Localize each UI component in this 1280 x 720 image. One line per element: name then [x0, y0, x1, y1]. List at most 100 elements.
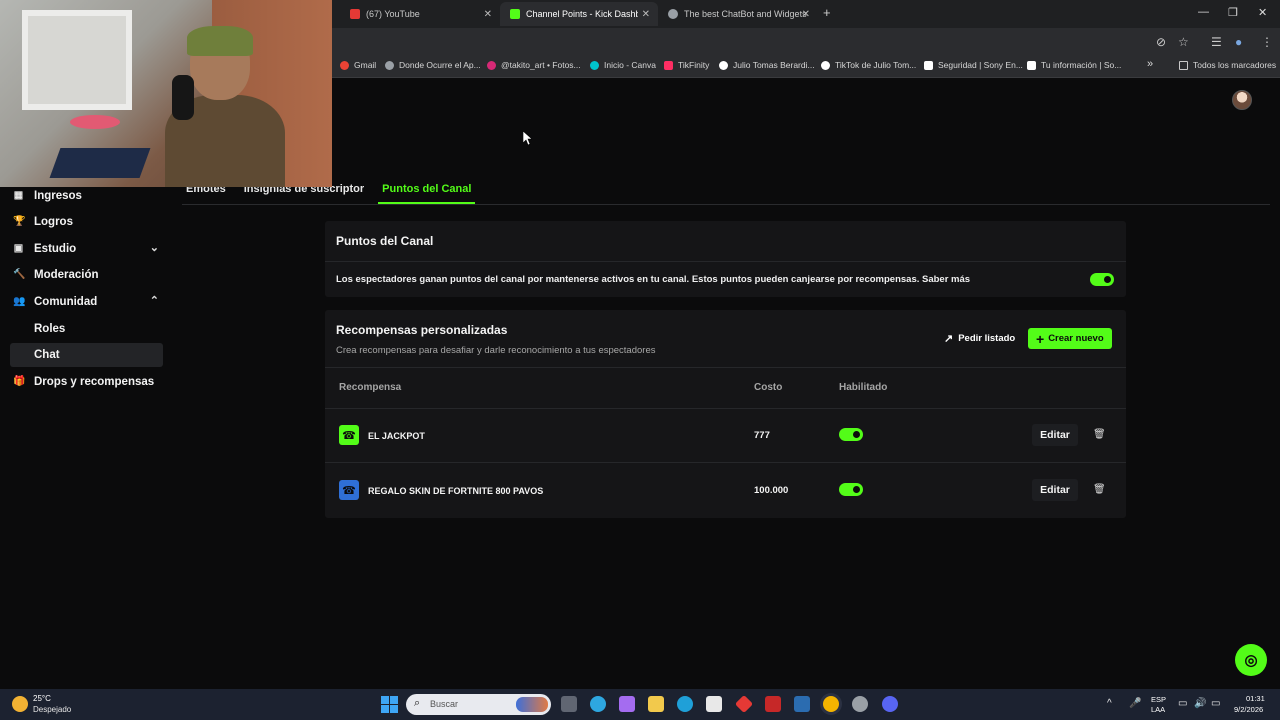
close-tab-icon[interactable]: ✕ — [484, 9, 492, 20]
microphone-icon[interactable]: 🎤 — [1129, 698, 1141, 709]
chevron-up-icon: ⌃ — [149, 295, 159, 307]
sidebar-item-label: Logros — [34, 216, 73, 228]
bookmark-donde-ocurre[interactable]: Donde Ocurre el Ap... — [385, 60, 481, 70]
close-tab-icon[interactable]: ✕ — [642, 9, 650, 20]
bookmarks-overflow-button[interactable]: » — [1147, 58, 1153, 70]
mcafee-icon[interactable] — [765, 696, 781, 712]
volume-icon[interactable]: 🔊 — [1194, 698, 1206, 709]
sidebar-item-label: Moderación — [34, 269, 99, 281]
reward-icon: ☎ — [339, 425, 359, 445]
sony-icon — [924, 60, 933, 70]
discord-icon[interactable] — [882, 696, 898, 712]
sidebar-item-label: Drops y recompensas — [34, 376, 155, 388]
network-icon[interactable]: ▭ — [1178, 698, 1187, 709]
instagram-icon — [487, 60, 496, 70]
bookmark-label: @takito_art • Fotos... — [501, 60, 581, 70]
weather-temperature: 25°C — [33, 694, 51, 703]
app-icon-red[interactable] — [734, 694, 754, 714]
sidebar-item-chat[interactable]: Chat — [10, 343, 163, 367]
reward-enabled-toggle[interactable] — [839, 483, 863, 496]
user-avatar[interactable] — [1232, 90, 1252, 110]
chevron-up-icon[interactable]: ^ — [1107, 698, 1112, 709]
bookmark-label: Seguridad | Sony En... — [938, 60, 1023, 70]
tab-title: (67) YouTube — [366, 9, 420, 19]
hammer-icon: 🔨 — [13, 269, 26, 280]
task-view-icon[interactable] — [561, 696, 577, 712]
bookmark-julio-tomas[interactable]: Julio Tomas Berardi... — [719, 60, 815, 70]
sidebar-item-ingresos[interactable]: ▦ Ingresos — [10, 184, 163, 208]
file-explorer-icon[interactable] — [648, 696, 664, 712]
bookmark-label: Gmail — [354, 60, 377, 70]
language-layout[interactable]: LAA — [1151, 705, 1165, 714]
copilot-icon[interactable] — [590, 696, 606, 712]
taskbar-search[interactable]: ⌕ Buscar — [406, 694, 551, 715]
clock-date[interactable]: 9/2/2026 — [1234, 705, 1263, 714]
menu-icon[interactable]: ⋮ — [1261, 35, 1273, 49]
chatbot-icon — [668, 9, 678, 19]
bookmark-sony-info[interactable]: Tu información | So... — [1027, 60, 1121, 70]
tab-kick-dashboard[interactable]: Channel Points - Kick Dashboar ✕ — [500, 2, 658, 26]
reading-list-icon[interactable]: ☰ — [1211, 35, 1222, 49]
store-icon[interactable] — [706, 696, 722, 712]
webcam-pink-object — [70, 115, 120, 129]
star-icon[interactable]: ☆ — [1178, 35, 1189, 49]
mouse-cursor-icon — [523, 131, 532, 145]
external-link-icon: ↗ — [944, 333, 954, 345]
sidebar-item-drops[interactable]: 🎁 Drops y recompensas — [10, 370, 163, 394]
start-button[interactable] — [381, 696, 398, 713]
bookmark-canva[interactable]: Inicio - Canva — [590, 60, 656, 70]
close-tab-icon[interactable]: ✕ — [802, 9, 810, 20]
trash-icon[interactable]: 🗑 — [1093, 484, 1106, 495]
language-code[interactable]: ESP — [1151, 695, 1166, 704]
settings-icon[interactable] — [852, 696, 868, 712]
chrome-icon[interactable] — [823, 696, 839, 712]
canva-icon — [590, 60, 599, 70]
edge-icon[interactable] — [677, 696, 693, 712]
edit-reward-button[interactable]: Editar — [1032, 424, 1078, 446]
sidebar-item-comunidad[interactable]: 👥 Comunidad ⌃ — [10, 290, 163, 314]
sidebar-item-logros[interactable]: 🏆 Logros — [10, 210, 163, 234]
gift-icon: 🎁 — [13, 376, 26, 387]
tab-puntos-del-canal[interactable]: Puntos del Canal — [378, 180, 476, 204]
support-chat-button[interactable]: ◎ — [1235, 644, 1267, 676]
reward-enabled-toggle[interactable] — [839, 428, 863, 441]
sidebar-item-roles[interactable]: Roles — [10, 317, 163, 341]
outlook-icon[interactable] — [794, 696, 810, 712]
bookmark-all-bookmarks[interactable]: Todos los marcadores — [1179, 60, 1276, 70]
edit-reward-button[interactable]: Editar — [1032, 479, 1078, 501]
sidebar-item-label: Ingresos — [34, 190, 82, 202]
tiktok-icon — [821, 60, 830, 70]
sidebar-item-estudio[interactable]: ▣ Estudio ⌄ — [10, 237, 163, 261]
tab-chatbot[interactable]: The best ChatBot and Widgets ✕ — [658, 2, 818, 26]
new-tab-button[interactable]: + — [823, 5, 831, 20]
divider — [325, 408, 1126, 409]
bookmark-tikfinity[interactable]: TikFinity — [664, 60, 709, 70]
bookmark-tiktok[interactable]: TikTok de Julio Tom... — [821, 60, 916, 70]
weather-moon-icon[interactable] — [12, 696, 28, 712]
bookmark-gmail[interactable]: Gmail — [340, 60, 376, 70]
bookmark-instagram[interactable]: @takito_art • Fotos... — [487, 60, 581, 70]
close-window-button[interactable]: ✕ — [1258, 6, 1267, 19]
folder-icon — [1179, 60, 1188, 70]
bookmark-label: TikTok de Julio Tom... — [835, 60, 917, 70]
bookmark-sony-security[interactable]: Seguridad | Sony En... — [924, 60, 1023, 70]
column-header-enabled: Habilitado — [839, 382, 888, 393]
reward-name: EL JACKPOT — [368, 431, 425, 441]
profile-icon[interactable]: ● — [1235, 35, 1242, 49]
battery-icon[interactable]: ▭ — [1211, 698, 1220, 709]
request-list-button[interactable]: ↗ Pedir listado — [944, 332, 1015, 345]
clock-time[interactable]: 01:31 — [1246, 694, 1265, 703]
app-icon[interactable] — [619, 696, 635, 712]
column-header-cost: Costo — [754, 382, 783, 393]
create-reward-button[interactable]: + Crear nuevo — [1028, 328, 1112, 349]
sidebar-item-moderacion[interactable]: 🔨 Moderación — [10, 263, 163, 287]
trash-icon[interactable]: 🗑 — [1093, 429, 1106, 440]
eye-off-icon[interactable]: ⊘ — [1156, 35, 1166, 49]
channel-points-toggle[interactable] — [1090, 273, 1114, 286]
subtabs-divider — [182, 204, 1270, 205]
sidebar-item-label: Roles — [34, 323, 66, 335]
maximize-button[interactable]: ❐ — [1228, 6, 1238, 19]
minimize-button[interactable]: — — [1198, 6, 1209, 18]
sidebar-item-label: Chat — [34, 349, 60, 361]
tab-youtube[interactable]: (67) YouTube ✕ — [340, 2, 500, 26]
